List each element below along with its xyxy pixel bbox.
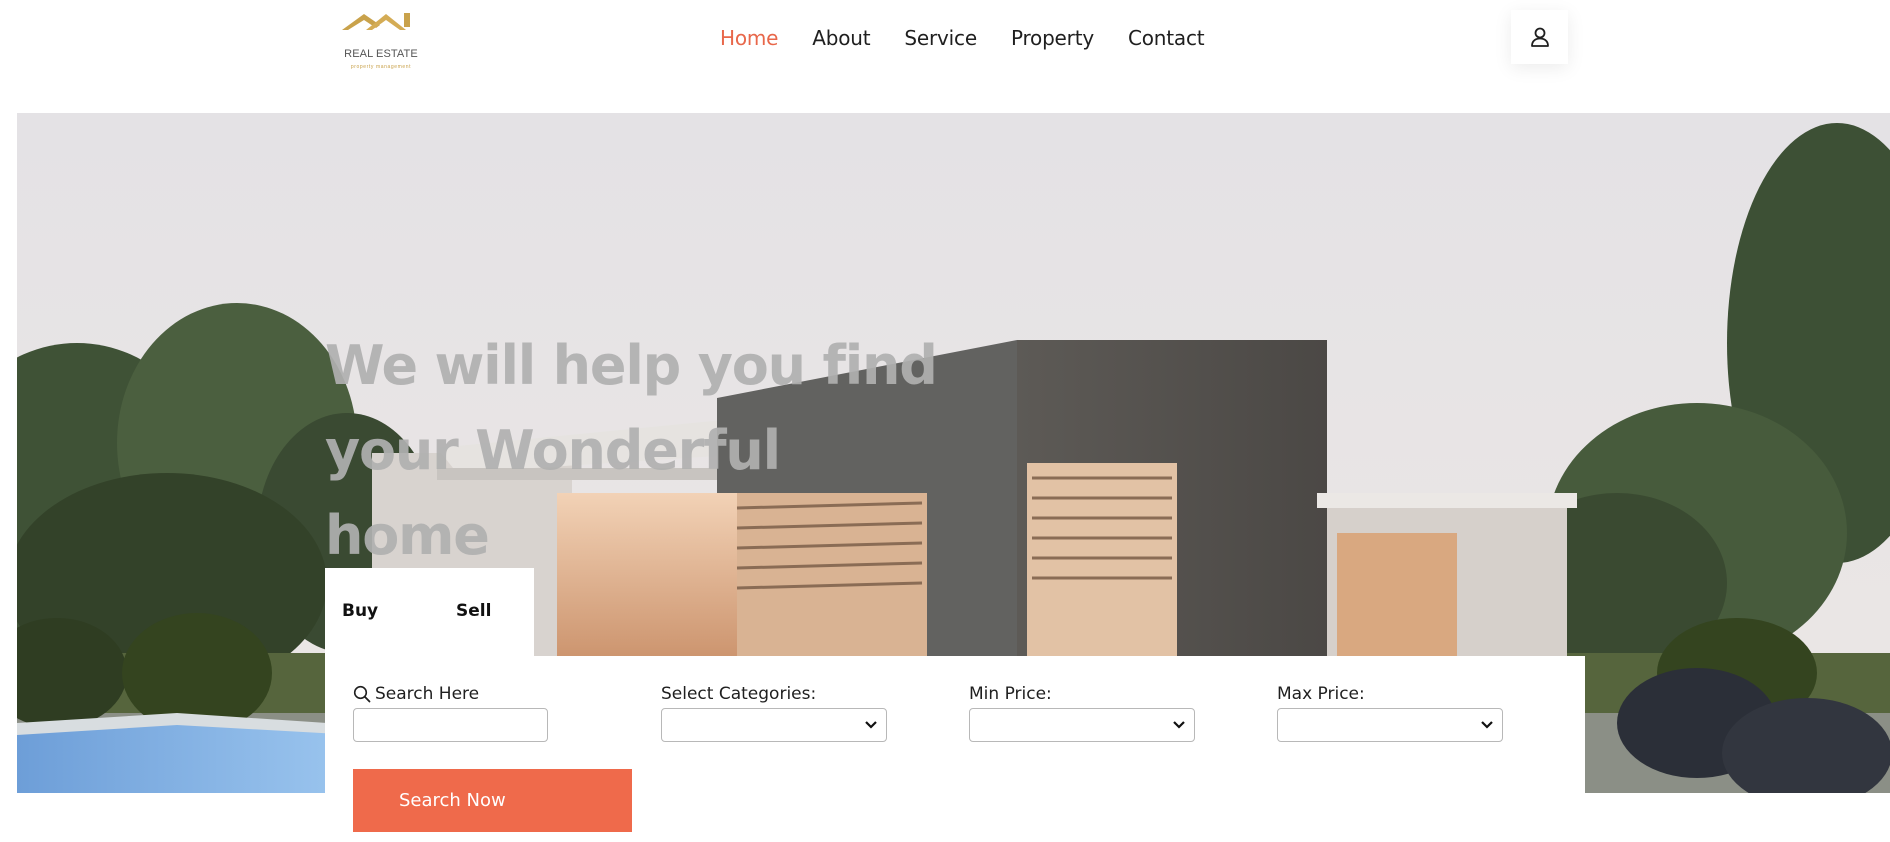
categories-field: Select Categories: — [661, 682, 887, 742]
search-icon — [353, 685, 371, 703]
nav-about[interactable]: About — [812, 22, 870, 54]
min-price-field: Min Price: — [969, 682, 1195, 742]
nav-home[interactable]: Home — [720, 22, 778, 54]
user-account-button[interactable] — [1511, 10, 1568, 64]
brand-logo[interactable]: REAL ESTATE property management — [338, 8, 422, 70]
search-field: Search Here — [353, 682, 548, 742]
brand-name: REAL ESTATE — [344, 48, 418, 60]
chevron-down-icon — [1173, 721, 1185, 729]
tab-buy[interactable]: Buy — [342, 601, 378, 621]
chevron-down-icon — [1481, 721, 1493, 729]
categories-label: Select Categories: — [661, 684, 817, 704]
min-price-label: Min Price: — [969, 684, 1052, 704]
nav-service[interactable]: Service — [904, 22, 977, 54]
hero-title: We will help you find your Wonderful hom… — [325, 334, 938, 567]
categories-select[interactable] — [661, 708, 887, 742]
chevron-down-icon — [865, 721, 877, 729]
search-label-text: Search Here — [375, 684, 480, 704]
tab-sell[interactable]: Sell — [456, 601, 491, 621]
min-price-select[interactable] — [969, 708, 1195, 742]
search-input[interactable] — [353, 708, 548, 742]
search-label: Search Here — [353, 682, 548, 706]
nav-contact[interactable]: Contact — [1128, 22, 1205, 54]
main-nav: Home About Service Property Contact — [720, 22, 1205, 54]
max-price-field: Max Price: — [1277, 682, 1503, 742]
user-icon — [1530, 27, 1549, 47]
nav-property[interactable]: Property — [1011, 22, 1094, 54]
brand-tagline: property management — [350, 64, 412, 70]
max-price-select[interactable] — [1277, 708, 1503, 742]
property-search-panel: Search Here Select Categories: Min Price… — [325, 656, 1585, 842]
site-header: REAL ESTATE property management Home Abo… — [0, 0, 1890, 112]
listing-type-tabs: Buy Sell — [325, 568, 534, 657]
search-now-button[interactable]: Search Now — [353, 769, 632, 832]
house-roof-icon — [342, 13, 410, 30]
max-price-label: Max Price: — [1277, 684, 1365, 704]
